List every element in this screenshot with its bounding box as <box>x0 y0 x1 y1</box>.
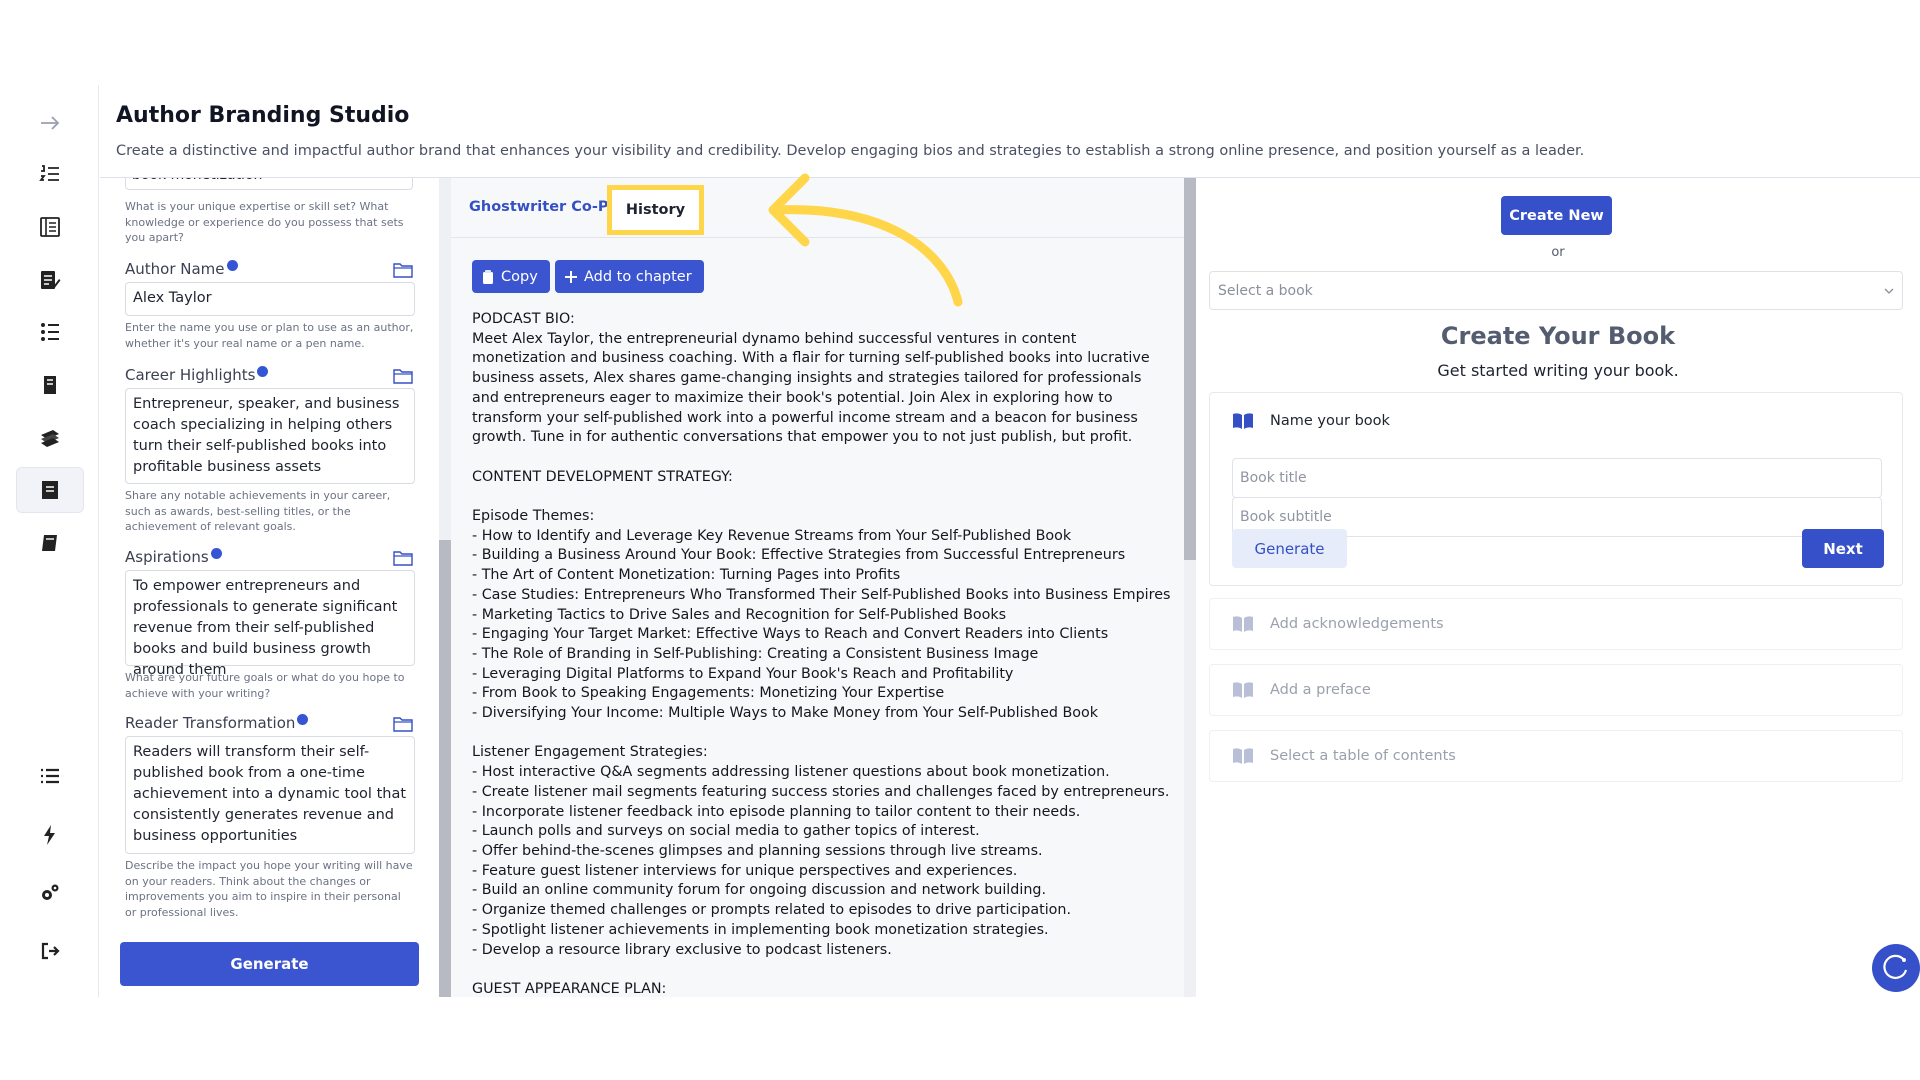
open-book-icon <box>1233 748 1253 764</box>
next-button[interactable]: Next <box>1802 529 1884 568</box>
info-icon[interactable] <box>297 713 309 725</box>
folder-icon[interactable] <box>393 716 413 732</box>
career-highlights-label: Career Highlights <box>125 365 269 384</box>
page-subtitle: Create a distinctive and impactful autho… <box>116 143 1585 159</box>
page-title: Author Branding Studio <box>116 103 410 128</box>
add-to-chapter-button[interactable]: Add to chapter <box>555 260 704 293</box>
step-label: Add acknowledgements <box>1270 616 1444 632</box>
logout-icon[interactable] <box>16 928 84 974</box>
copy-label: Copy <box>501 268 538 285</box>
loading-spinner-icon <box>1883 954 1908 979</box>
open-book-icon <box>1233 682 1253 698</box>
copy-button[interactable]: Copy <box>472 260 550 293</box>
generated-document: PODCAST BIO: Meet Alex Taylor, the entre… <box>472 311 1171 997</box>
form-scrollbar-thumb[interactable] <box>439 540 451 997</box>
checklist-icon[interactable] <box>16 309 84 355</box>
career-highlights-label-text: Career Highlights <box>125 366 256 384</box>
name-book-header: Name your book <box>1232 412 1390 430</box>
expertise-field[interactable]: book monetization <box>125 178 413 190</box>
lightning-icon[interactable] <box>16 812 84 858</box>
info-icon[interactable] <box>257 365 269 377</box>
folder-icon[interactable] <box>393 368 413 384</box>
folder-icon[interactable] <box>393 262 413 278</box>
folder-icon[interactable] <box>393 550 413 566</box>
reader-transformation-label-text: Reader Transformation <box>125 714 296 732</box>
info-icon[interactable] <box>210 547 222 559</box>
author-name-help: Enter the name you use or plan to use as… <box>125 321 414 350</box>
archive-box-icon[interactable] <box>16 467 84 513</box>
step-label: Select a table of contents <box>1270 748 1456 764</box>
reader-transformation-textarea[interactable]: Readers will transform their self-publis… <box>125 736 415 854</box>
book-pages-icon[interactable] <box>16 362 84 408</box>
list-icon[interactable] <box>16 753 84 799</box>
create-new-button[interactable]: Create New <box>1501 196 1612 235</box>
plus-icon <box>565 270 577 283</box>
step-table-of-contents[interactable]: Select a table of contents <box>1209 730 1903 782</box>
book-icon[interactable] <box>16 520 84 566</box>
callout-arrow-icon <box>768 173 963 307</box>
book-select[interactable]: Select a book <box>1209 271 1903 310</box>
app-page: Author Branding Studio Create a distinct… <box>0 0 1920 1080</box>
author-name-label: Author Name <box>125 259 238 278</box>
books-stack-icon[interactable] <box>16 415 84 461</box>
book-title-input[interactable]: Book title <box>1232 458 1882 498</box>
add-to-chapter-label: Add to chapter <box>584 268 692 285</box>
author-name-input[interactable]: Alex Taylor <box>125 282 415 316</box>
assistant-fab[interactable] <box>1872 944 1920 992</box>
generate-button[interactable]: Generate <box>120 942 419 986</box>
chevron-down-icon <box>1884 288 1894 294</box>
create-book-heading: Create Your Book <box>1440 322 1676 350</box>
author-name-label-text: Author Name <box>125 260 225 278</box>
clipboard-icon <box>483 269 493 284</box>
book-creator-panel: Create New or Select a book Create Your … <box>1196 178 1920 997</box>
open-book-icon <box>1233 616 1253 632</box>
name-book-label: Name your book <box>1270 413 1390 429</box>
aspirations-textarea[interactable]: To empower entrepreneurs and professiona… <box>125 570 415 678</box>
aspirations-label: Aspirations <box>125 547 222 566</box>
career-highlights-textarea[interactable]: Entrepreneur, speaker, and business coac… <box>125 388 415 484</box>
reader-transformation-help: Describe the impact you hope your writin… <box>125 859 413 919</box>
step-preface[interactable]: Add a preface <box>1209 664 1903 716</box>
book-select-placeholder: Select a book <box>1218 282 1313 299</box>
open-book-icon <box>1233 413 1253 429</box>
highlight-box <box>607 185 704 235</box>
create-book-subheading: Get started writing your book. <box>1437 361 1679 380</box>
document-scrollbar-thumb[interactable] <box>1184 178 1196 560</box>
generate-title-button[interactable]: Generate <box>1232 529 1347 568</box>
icon-rail <box>0 85 99 997</box>
arrow-right-icon[interactable] <box>16 100 84 146</box>
step-acknowledgements[interactable]: Add acknowledgements <box>1209 598 1903 650</box>
aspirations-label-text: Aspirations <box>125 548 209 566</box>
info-icon[interactable] <box>226 259 238 271</box>
or-divider-text: or <box>1551 245 1565 260</box>
step-label: Add a preface <box>1270 682 1371 698</box>
edit-document-icon[interactable] <box>16 257 84 303</box>
career-highlights-help: Share any notable achievements in your c… <box>125 489 391 533</box>
expertise-help: What is your unique expertise or skill s… <box>125 200 404 244</box>
numbered-list-icon[interactable] <box>16 151 84 197</box>
branding-form: book monetization What is your unique ex… <box>100 178 437 997</box>
gears-icon[interactable] <box>16 870 84 916</box>
name-book-card: Name your book Book title Book subtitle … <box>1209 392 1903 586</box>
aspirations-help: What are your future goals or what do yo… <box>125 671 405 700</box>
reader-transformation-label: Reader Transformation <box>125 713 309 732</box>
book-layout-icon[interactable] <box>16 204 84 250</box>
